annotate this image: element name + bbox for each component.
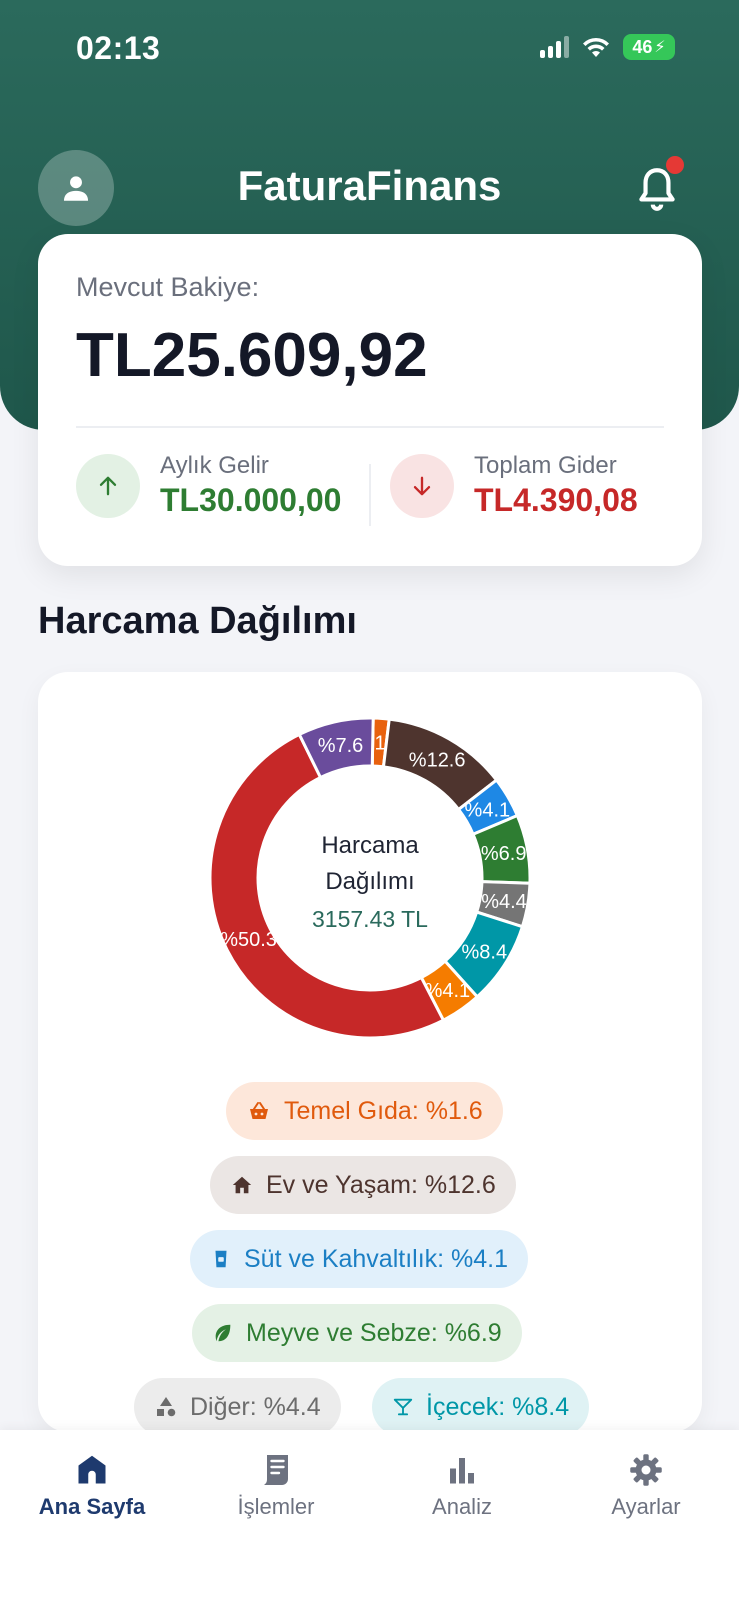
legend-chip-sut-ve-kahvaltilik[interactable]: Süt ve Kahvaltılık: %4.1 — [190, 1230, 529, 1288]
arrow-down-icon — [413, 476, 431, 496]
stat-divider — [369, 464, 371, 526]
bottom-navigation: Ana Sayfa İşlemler Analiz Ayarlar — [0, 1430, 739, 1600]
nav-tab-ana-sayfa[interactable]: Ana Sayfa — [12, 1452, 172, 1520]
legend-text: Ev ve Yaşam: %12.6 — [266, 1170, 496, 1199]
nav-label: Analiz — [432, 1494, 492, 1519]
income-icon-circle — [76, 454, 140, 518]
legend-chip-ev-ve-yasam[interactable]: Ev ve Yaşam: %12.6 — [210, 1156, 516, 1214]
basket-icon — [250, 1102, 268, 1119]
donut-center-title-1: Harcama — [321, 832, 419, 859]
home-icon — [232, 1176, 252, 1194]
balance-value: TL25.609,92 — [76, 321, 428, 390]
donut-slice-label: %6.9 — [481, 843, 527, 865]
nav-label: İşlemler — [237, 1494, 315, 1519]
app-title: FaturaFinans — [237, 162, 502, 209]
card-divider — [76, 426, 664, 428]
expense-value: TL4.390,08 — [474, 482, 638, 518]
status-time: 02:13 — [76, 30, 161, 66]
milk-icon — [215, 1250, 227, 1268]
nav-tab-islemler[interactable]: İşlemler — [196, 1452, 356, 1520]
expense-label: Toplam Gider — [474, 452, 617, 479]
section-title: Harcama Dağılımı — [38, 600, 357, 642]
nav-label: Ayarlar — [611, 1494, 681, 1519]
gear-icon — [630, 1454, 662, 1486]
income-value: TL30.000,00 — [160, 482, 342, 518]
charging-icon: ⚡ — [654, 39, 666, 56]
leaf-icon — [215, 1324, 231, 1342]
legend-chip-diger[interactable]: Diğer: %4.4 — [134, 1378, 341, 1436]
nav-label: Ana Sayfa — [38, 1494, 146, 1519]
legend-chip-temel-gida[interactable]: Temel Gıda: %1.6 — [226, 1082, 503, 1140]
arrow-up-icon — [99, 476, 117, 496]
donut-slice-label: %7.6 — [318, 735, 364, 757]
legend-text: Diğer: %4.4 — [190, 1392, 321, 1421]
legend-text: İçecek: %8.4 — [426, 1392, 570, 1421]
legend-text: Temel Gıda: %1.6 — [284, 1096, 483, 1125]
wifi-icon — [583, 37, 609, 57]
signal-icon — [540, 36, 569, 58]
balance-card: Mevcut Bakiye: TL25.609,92 Aylık Gelir T… — [38, 234, 702, 566]
donut-center-title-2: Dağılımı — [325, 868, 415, 895]
legend-text: Süt ve Kahvaltılık: %4.1 — [244, 1244, 509, 1273]
battery-level: 46 — [632, 36, 653, 57]
donut-slice-label: %50.3 — [220, 929, 277, 951]
legend-chip-meyve-ve-sebze[interactable]: Meyve ve Sebze: %6.9 — [192, 1304, 522, 1362]
status-icons: 46 ⚡ — [540, 34, 675, 60]
donut-center-total: 3157.43 TL — [312, 906, 428, 932]
donut-slice-label: %4.4 — [481, 891, 527, 913]
donut-slice-label: %12.6 — [409, 750, 466, 772]
cocktail-icon — [393, 1398, 413, 1416]
receipt-icon — [264, 1455, 288, 1485]
bar-chart-icon — [450, 1458, 474, 1484]
expense-icon-circle — [390, 454, 454, 518]
donut-slice-label: %4.1 — [465, 799, 511, 821]
legend-text: Meyve ve Sebze: %6.9 — [246, 1318, 502, 1347]
nav-tab-ayarlar[interactable]: Ayarlar — [566, 1452, 726, 1520]
legend-chip-icecek[interactable]: İçecek: %8.4 — [372, 1378, 590, 1436]
balance-label: Mevcut Bakiye: — [76, 272, 260, 302]
status-bar: 02:13 46 ⚡ — [0, 0, 739, 100]
home-icon — [78, 1455, 106, 1484]
shapes-icon — [157, 1397, 176, 1417]
donut-slice-label: %8.4 — [461, 942, 507, 964]
donut-center: Harcama Dağılımı 3157.43 TL — [270, 828, 470, 933]
battery-indicator: 46 ⚡ — [623, 34, 675, 60]
nav-tab-analiz[interactable]: Analiz — [382, 1452, 542, 1520]
notification-badge — [666, 156, 684, 174]
income-label: Aylık Gelir — [160, 452, 269, 479]
